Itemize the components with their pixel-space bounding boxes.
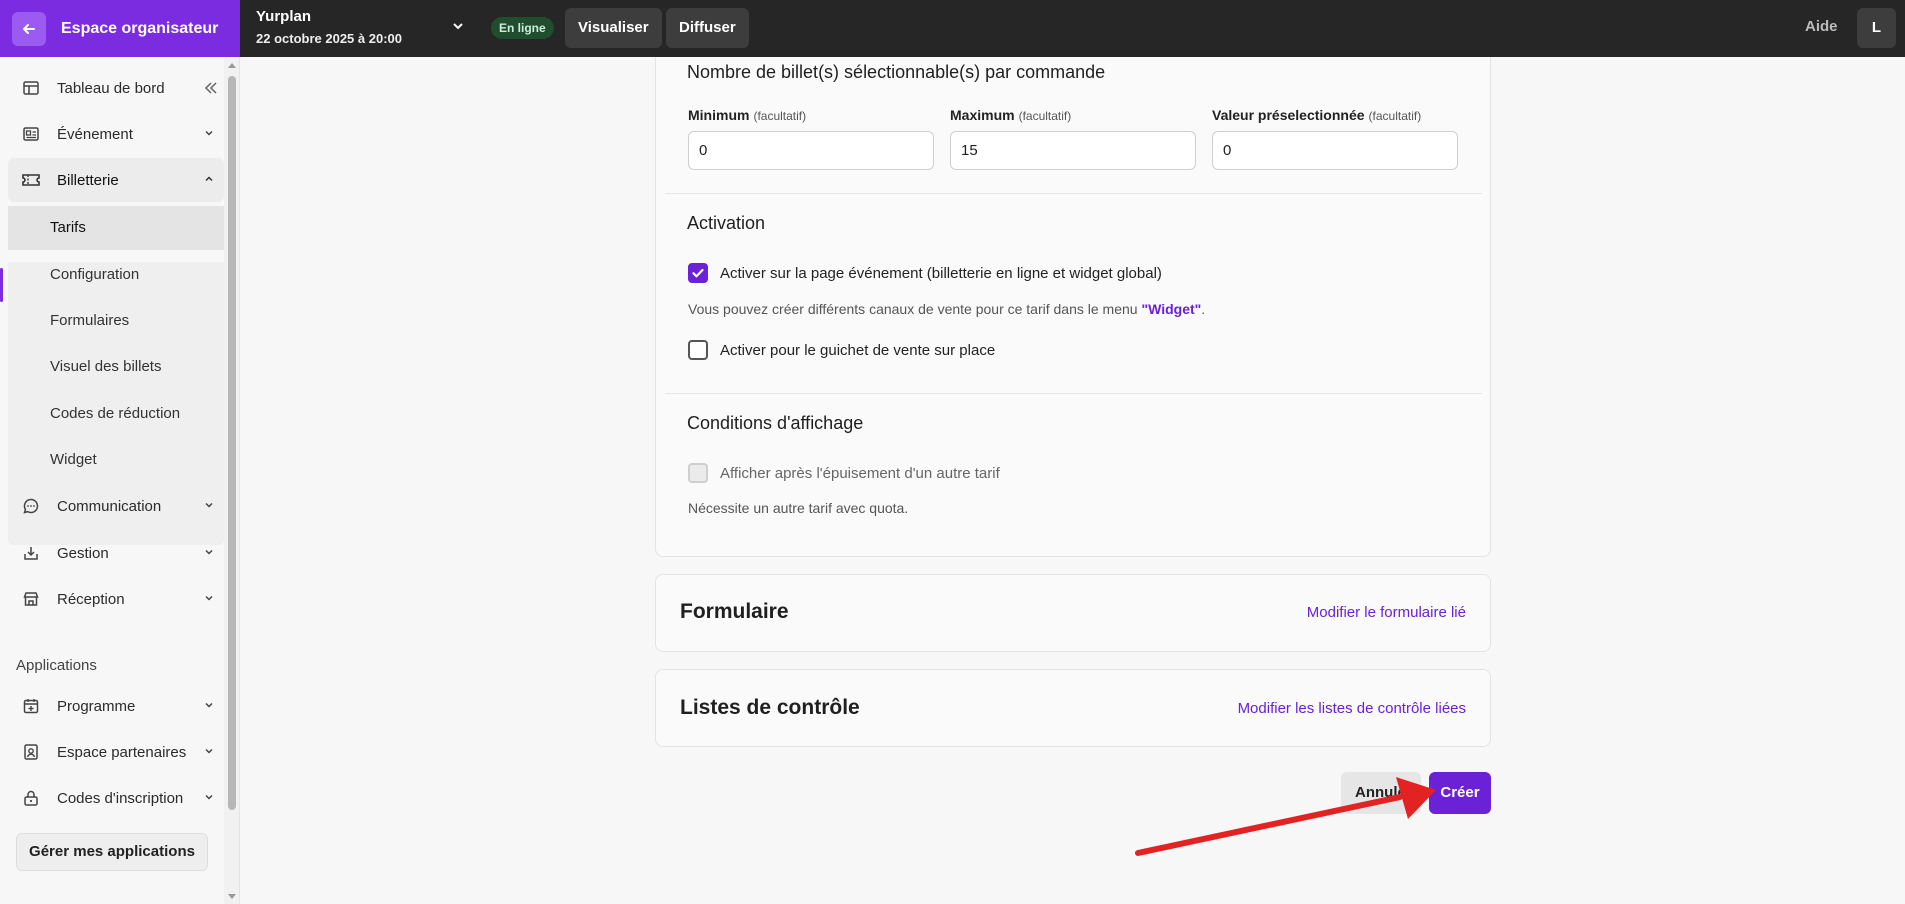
back-arrow-icon (12, 11, 46, 46)
edit-linked-form-link[interactable]: Modifier le formulaire lié (1307, 604, 1466, 621)
maximum-input[interactable]: 15 (950, 131, 1196, 170)
section-divider (665, 193, 1482, 194)
dashboard-icon (21, 78, 41, 98)
chevron-down-icon (205, 748, 213, 754)
widget-link[interactable]: "Widget" (1141, 301, 1201, 317)
status-badge: En ligne (491, 17, 554, 39)
show-after-soldout-checkbox[interactable] (688, 463, 708, 483)
activate-box-office-checkbox[interactable] (688, 340, 708, 360)
sidebar-item-reception[interactable]: Réception (8, 577, 224, 621)
badge-person-icon (21, 742, 41, 762)
applications-section-title: Applications (16, 657, 97, 674)
preset-value-input[interactable]: 0 (1212, 131, 1458, 170)
minimum-input[interactable]: 0 (688, 131, 934, 170)
form-card-title: Formulaire (680, 600, 789, 623)
sidebar-item-program[interactable]: Programme (8, 684, 224, 728)
preview-button[interactable]: Visualiser (565, 8, 662, 48)
quantity-section-title: Nombre de billet(s) sélectionnable(s) pa… (687, 62, 1106, 82)
chevron-down-icon (205, 702, 213, 708)
chevron-down-icon (205, 502, 213, 508)
sidebar-item-partners[interactable]: Espace partenaires (8, 730, 224, 774)
sidebar-item-label: Gestion (57, 544, 109, 562)
activation-section-title: Activation (687, 213, 766, 233)
sidebar: Tableau de bord Événement Billetterie Ta… (0, 57, 240, 904)
download-tray-icon (21, 543, 41, 563)
scroll-up-arrow-icon[interactable] (226, 60, 238, 70)
chevron-up-icon (205, 176, 213, 182)
active-indicator (0, 268, 3, 302)
event-icon (21, 124, 41, 144)
minimum-label: Minimum (facultatif) (688, 107, 807, 123)
preset-value-label: Valeur préselectionnée (facultatif) (1212, 107, 1422, 123)
sidebar-item-registration-codes[interactable]: Codes d'inscription (8, 776, 224, 820)
checklists-card: Listes de contrôle Modifier les listes d… (655, 669, 1491, 747)
maximum-label: Maximum (facultatif) (950, 107, 1072, 123)
sidebar-subitem-configuration[interactable]: Configuration (8, 253, 224, 297)
calendar-add-icon (21, 696, 41, 716)
sidebar-item-label: Tableau de bord (57, 79, 165, 97)
chevron-down-icon (205, 595, 213, 601)
sidebar-subitem-forms[interactable]: Formulaires (8, 299, 224, 343)
sidebar-item-ticketing[interactable]: Billetterie (8, 158, 224, 202)
edit-linked-checklists-link[interactable]: Modifier les listes de contrôle liées (1238, 700, 1466, 717)
help-link[interactable]: Aide (1805, 18, 1838, 35)
sidebar-item-dashboard[interactable]: Tableau de bord (8, 66, 224, 110)
checklists-card-title: Listes de contrôle (680, 696, 860, 719)
sidebar-item-label: Programme (57, 697, 136, 715)
sidebar-subitem-discount-codes[interactable]: Codes de réduction (8, 392, 224, 436)
organizer-space-button[interactable]: Espace organisateur (0, 0, 240, 57)
store-icon (21, 589, 41, 609)
chevron-down-icon (205, 549, 213, 555)
activate-event-page-checkbox[interactable] (688, 263, 708, 283)
sidebar-item-communication[interactable]: Communication (8, 484, 224, 528)
scroll-down-arrow-icon[interactable] (226, 892, 238, 902)
sidebar-item-label: Communication (57, 497, 162, 515)
activate-box-office-label[interactable]: Activer pour le guichet de vente sur pla… (720, 342, 995, 359)
activate-event-page-label[interactable]: Activer sur la page événement (billetter… (720, 265, 1162, 282)
sidebar-item-label: Réception (57, 590, 125, 608)
event-switch-chevron-icon[interactable] (450, 18, 466, 34)
check-icon (692, 268, 704, 278)
sidebar-item-label: Codes d'inscription (57, 789, 184, 807)
sidebar-item-management[interactable]: Gestion (8, 531, 224, 575)
ticket-icon (21, 170, 41, 190)
top-bar: Espace organisateur Yurplan 22 octobre 2… (0, 0, 1905, 57)
display-conditions-title: Conditions d'affichage (687, 413, 864, 433)
event-date: 22 octobre 2025 à 20:00 (256, 31, 402, 46)
organizer-space-label: Espace organisateur (61, 19, 219, 37)
avatar[interactable]: L (1857, 8, 1896, 48)
sidebar-item-label: Billetterie (57, 171, 119, 189)
sidebar-item-label: Événement (57, 125, 133, 143)
sidebar-subitem-widget[interactable]: Widget (8, 438, 224, 482)
chat-bubble-icon (21, 496, 41, 516)
publish-button[interactable]: Diffuser (666, 8, 749, 48)
sidebar-scroll-thumb[interactable] (228, 76, 236, 810)
sidebar-item-label: Espace partenaires (57, 743, 187, 761)
chevron-down-icon (205, 130, 213, 136)
form-card: Formulaire Modifier le formulaire lié (655, 574, 1491, 652)
lock-icon (21, 788, 41, 808)
sidebar-item-event[interactable]: Événement (8, 112, 224, 156)
chevron-down-icon (205, 794, 213, 800)
manage-applications-button[interactable]: Gérer mes applications (16, 833, 208, 871)
sidebar-subitem-ticket-design[interactable]: Visuel des billets (8, 345, 224, 389)
event-title[interactable]: Yurplan (256, 8, 311, 25)
sales-channels-help: Vous pouvez créer différents canaux de v… (688, 301, 1206, 317)
show-after-soldout-label: Afficher après l'épuisement d'un autre t… (720, 465, 1000, 482)
quota-requirement-note: Nécessite un autre tarif avec quota. (688, 500, 909, 516)
sidebar-subitem-rates[interactable]: Tarifs (8, 206, 224, 250)
create-button[interactable]: Créer (1429, 772, 1491, 814)
collapse-sidebar-icon[interactable] (202, 79, 220, 97)
cancel-button[interactable]: Annuler (1341, 772, 1421, 814)
section-divider (665, 393, 1482, 394)
